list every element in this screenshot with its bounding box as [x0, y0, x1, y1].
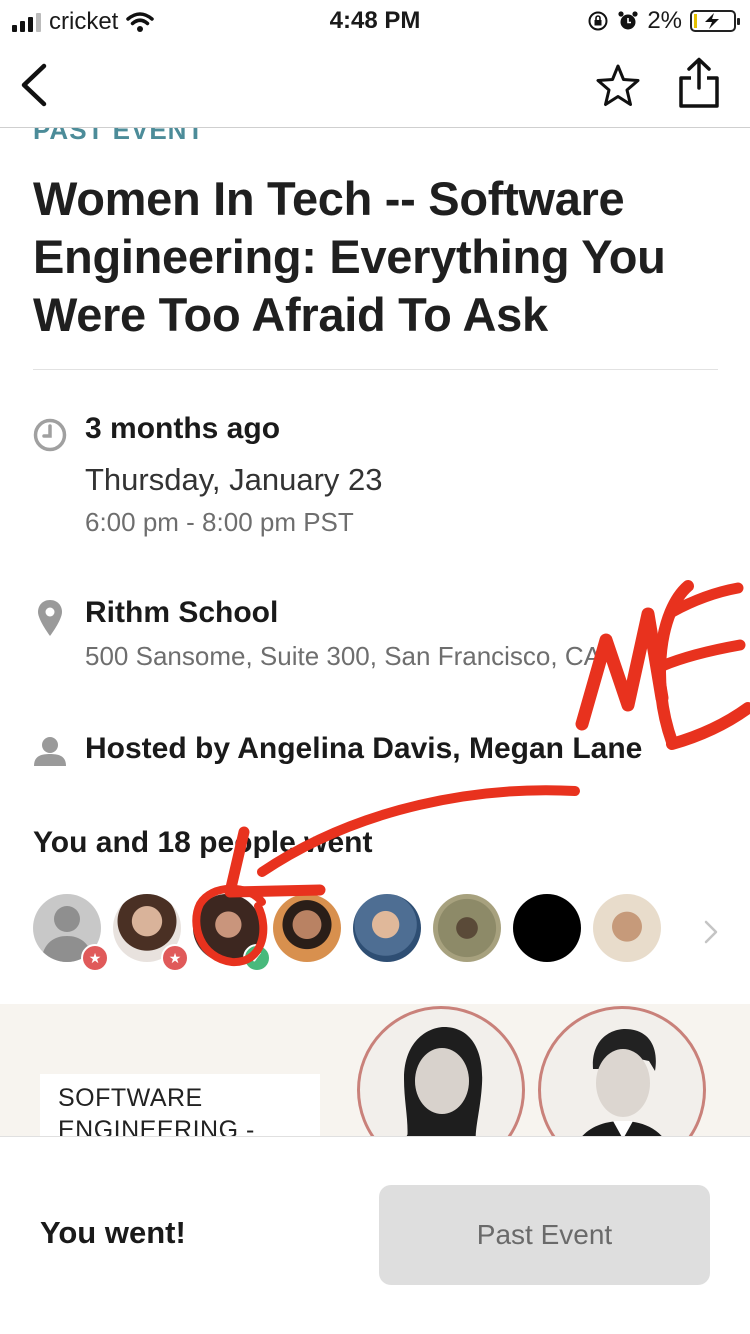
status-right: 2%: [587, 7, 740, 35]
divider: [33, 369, 718, 370]
going-check-badge: ✓: [243, 944, 271, 972]
attendees-title[interactable]: You and 18 people went: [33, 826, 373, 860]
nav-bar: [0, 42, 750, 128]
share-icon[interactable]: [676, 56, 722, 110]
event-time-range: 6:00 pm - 8:00 pm PST: [85, 507, 354, 537]
chevron-left-icon[interactable]: [14, 60, 54, 110]
star-outline-icon[interactable]: [594, 62, 642, 110]
orientation-lock-icon: [588, 11, 608, 31]
person-icon: [34, 737, 66, 766]
attendee-avatars[interactable]: ★ ★ ✓: [33, 894, 673, 974]
event-date: Thursday, January 23: [85, 462, 383, 497]
venue-address[interactable]: 500 Sansome, Suite 300, San Francisco, C…: [85, 641, 601, 672]
avatar-attendee-4[interactable]: [273, 894, 341, 962]
hosted-by[interactable]: Hosted by Angelina Davis, Megan Lane: [85, 732, 642, 766]
avatar-attendee-8[interactable]: [593, 894, 661, 962]
avatar-attendee-7[interactable]: [513, 894, 581, 962]
event-time-ago: 3 months ago: [85, 412, 281, 445]
status-bar: cricket 4:48 PM 2%: [0, 0, 750, 42]
location-pin-icon: [38, 600, 62, 636]
bottom-action-bar: You went! Past Event: [0, 1136, 750, 1334]
venue-name[interactable]: Rithm School: [85, 596, 278, 630]
avatar-attendee-5[interactable]: [353, 894, 421, 962]
speaker-portrait-2: [538, 1006, 706, 1136]
battery-charging-icon: [690, 10, 740, 32]
past-event-button[interactable]: Past Event: [379, 1185, 710, 1285]
organizer-star-badge: ★: [161, 944, 189, 972]
organizer-star-badge: ★: [81, 944, 109, 972]
attendance-status: You went!: [40, 1215, 186, 1250]
battery-percent: 2%: [647, 7, 682, 34]
event-banner-image[interactable]: SOFTWARE ENGINEERING -: [0, 1004, 750, 1136]
banner-text: SOFTWARE ENGINEERING -: [58, 1084, 255, 1136]
speaker-portrait-1: [357, 1006, 525, 1136]
avatar-attendee-6[interactable]: [433, 894, 501, 962]
alarm-icon: [618, 11, 638, 30]
chevron-right-icon[interactable]: [702, 918, 720, 946]
clock-icon: [33, 418, 67, 452]
event-title: Women In Tech -- Software Engineering: E…: [33, 172, 666, 341]
